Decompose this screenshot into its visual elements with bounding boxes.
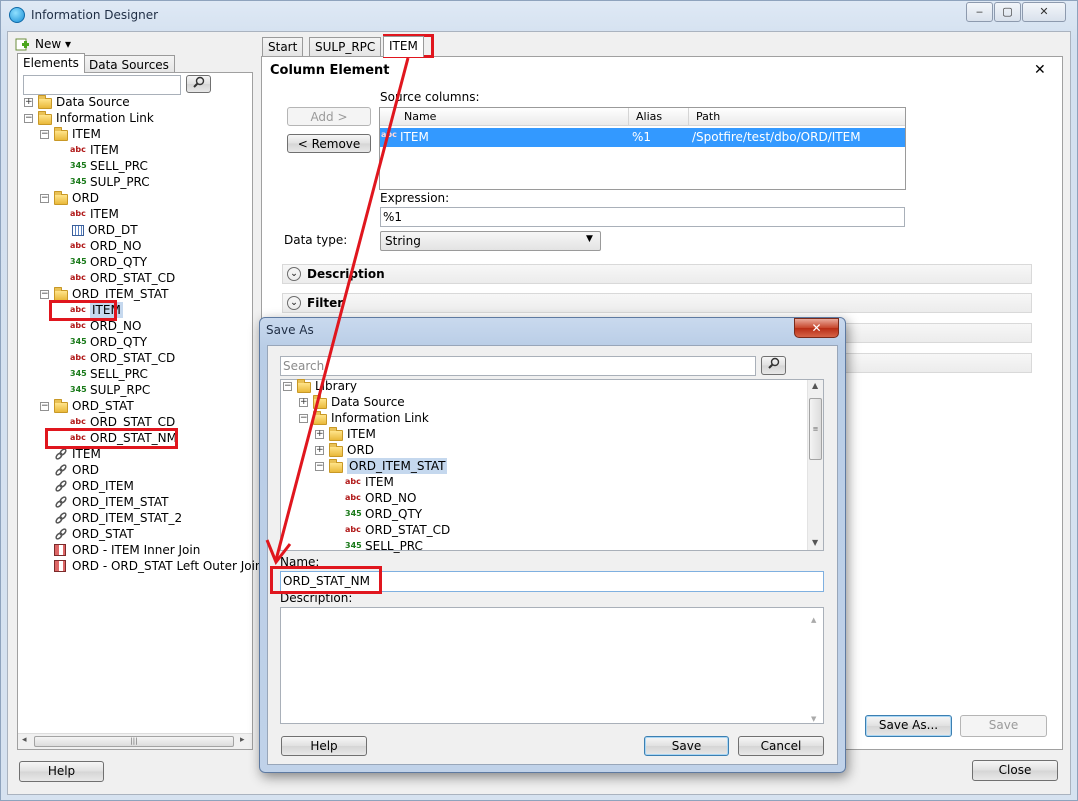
annotation-arrow — [265, 57, 410, 565]
tab-elements[interactable]: Elements — [17, 53, 85, 73]
tab-item[interactable]: ITEM — [383, 36, 424, 57]
